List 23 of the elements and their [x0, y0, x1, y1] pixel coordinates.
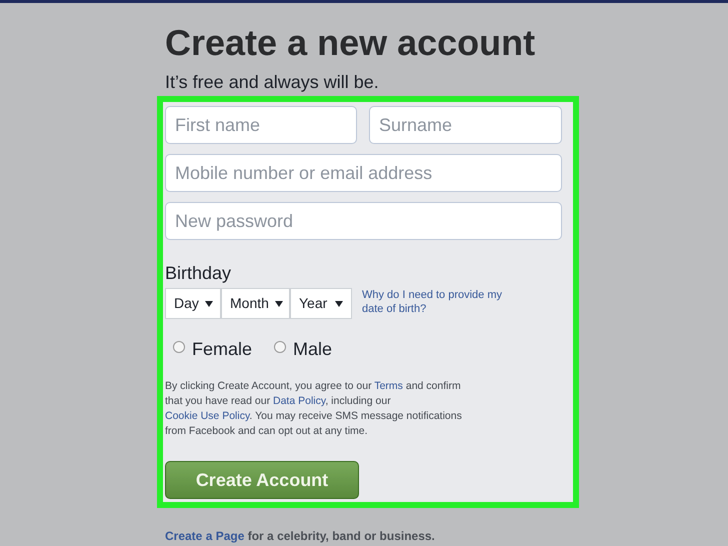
terms-link[interactable]: Data Policy [273, 395, 326, 407]
text-field[interactable]: Mobile number or email address [165, 154, 562, 192]
birthday-help-link[interactable]: Why do I need to provide my date of birth? [362, 288, 512, 316]
page-subtitle: It’s free and always will be. [165, 71, 380, 93]
page-title: Create a new account [165, 21, 536, 65]
create-page-link[interactable]: Create a Page [165, 529, 244, 543]
text-field[interactable]: First name [165, 106, 357, 144]
create-account-button[interactable]: Create Account [165, 461, 359, 499]
terms-link[interactable]: Cookie Use Policy [165, 410, 250, 422]
gender-radio[interactable]: Female [173, 336, 252, 363]
dropdown-arrow-icon [335, 300, 343, 306]
date-select[interactable]: Year [290, 288, 352, 319]
text-field[interactable]: New password [165, 202, 562, 240]
dropdown-arrow-icon [274, 300, 283, 306]
terms-link[interactable]: Terms [374, 380, 403, 392]
dropdown-arrow-icon [204, 300, 213, 306]
birthday-label: Birthday [165, 262, 232, 284]
date-select[interactable]: Day [165, 288, 221, 319]
text-field[interactable]: Surname [369, 106, 562, 144]
gender-radio[interactable]: Male [274, 336, 332, 363]
terms-text: By clicking Create Account, you agree to our Terms and confirm that you have read our Data Policy, including our Cookie Use Policy. You may receive SMS message notifications from Facebook and can opt out at any time. [165, 379, 463, 439]
date-select[interactable]: Month [221, 288, 290, 319]
create-page-text: Create a Page for a celebrity, band or business. [165, 528, 436, 545]
